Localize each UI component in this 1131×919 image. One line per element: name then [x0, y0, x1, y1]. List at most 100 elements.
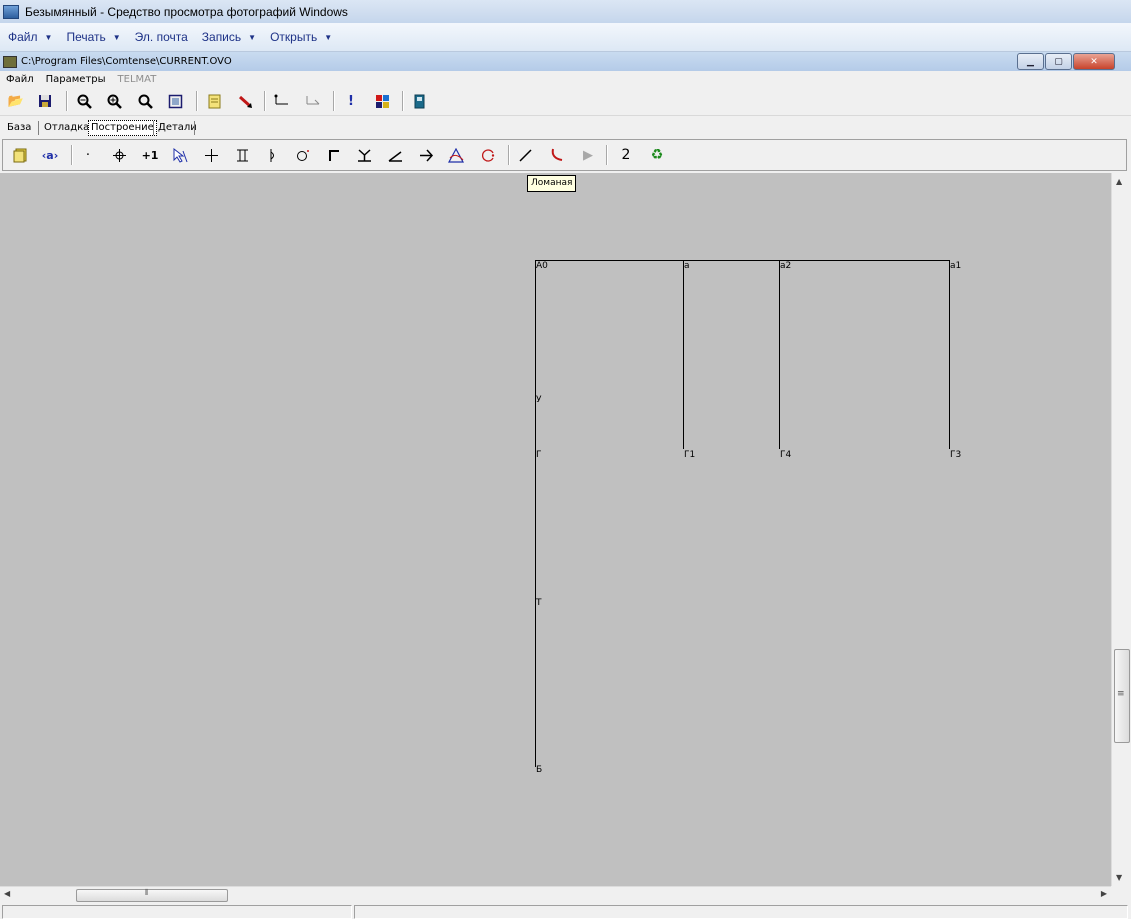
arrow-icon[interactable] [417, 146, 435, 164]
scroll-left-icon[interactable]: ◀ [4, 889, 10, 898]
drawing-line-top [535, 260, 950, 261]
toolbar-separator [66, 91, 68, 111]
viewer-menu-burn[interactable]: Запись ▼ [194, 30, 262, 44]
zoom-icon[interactable] [136, 92, 154, 110]
viewer-menu-print[interactable]: Печать ▼ [58, 30, 126, 44]
chevron-down-icon: ▼ [44, 32, 53, 42]
toolbar-separator [333, 91, 335, 111]
point-label-u: У [536, 395, 542, 405]
maximize-icon: ▢ [1054, 56, 1063, 67]
zoom-out-icon[interactable] [75, 92, 93, 110]
viewer-menu-file-label: Файл [8, 30, 38, 44]
app-menu-bar: Файл Параметры TELMAT [0, 71, 1131, 88]
number-button[interactable]: 2 [617, 146, 635, 164]
app-icon [3, 55, 17, 68]
status-pane-right [354, 905, 1128, 919]
cross-icon[interactable] [202, 146, 220, 164]
horizontal-scrollbar[interactable]: ◀ ⦀ ▶ [0, 886, 1111, 904]
point-label-g3: Г3 [950, 450, 962, 460]
viewer-menu-print-label: Печать [66, 30, 106, 44]
grip-icon: ≡ [1117, 689, 1125, 699]
photo-viewer-icon [3, 4, 19, 19]
scroll-up-icon[interactable]: ▲ [1116, 177, 1122, 186]
close-icon: ✕ [1090, 56, 1098, 67]
tooltip: Ломаная [527, 175, 577, 192]
zoom-in-icon[interactable] [105, 92, 123, 110]
book-icon[interactable] [410, 92, 428, 110]
measure2-icon[interactable] [304, 92, 322, 110]
point-label-g1: Г1 [684, 450, 696, 460]
viewer-menu-open[interactable]: Открыть ▼ [262, 30, 338, 44]
viewer-menu-email[interactable]: Эл. почта [127, 30, 194, 44]
line-icon[interactable] [516, 146, 534, 164]
drawing-line-a1-g3 [949, 260, 950, 449]
save-icon[interactable] [36, 92, 54, 110]
point-label-a: а [684, 261, 690, 271]
main-toolbar: 📂 ! [0, 88, 1131, 116]
angle-icon[interactable] [386, 146, 404, 164]
vertical-scrollbar[interactable]: ▲ ≡ ▼ [1111, 173, 1131, 886]
play-icon[interactable]: ▶ [579, 146, 597, 164]
viewer-menu-burn-label: Запись [201, 30, 242, 44]
point-label-a2: а2 [780, 261, 792, 271]
perpendicular-icon[interactable] [355, 146, 373, 164]
close-button[interactable]: ✕ [1073, 53, 1115, 70]
palette-icon[interactable] [373, 92, 391, 110]
app-title-bar: C:\Program Files\Comtense\CURRENT.OVO ▁ … [0, 52, 1131, 71]
app-menu-file[interactable]: Файл [0, 74, 40, 85]
tab-details[interactable]: Детали [156, 121, 199, 135]
status-bar [0, 903, 1131, 919]
viewer-menu-email-label: Эл. почта [134, 30, 188, 44]
scroll-right-icon[interactable]: ▶ [1101, 889, 1107, 898]
viewer-title-bar: Безымянный - Средство просмотра фотограф… [0, 0, 1131, 23]
point-icon[interactable]: · [79, 146, 97, 164]
measure-icon[interactable] [273, 92, 291, 110]
toolbar-separator [508, 145, 510, 165]
chevron-down-icon: ▼ [112, 32, 121, 42]
segment-icon[interactable] [233, 146, 251, 164]
point-label-b: Б [536, 765, 543, 775]
arc-icon[interactable] [263, 146, 281, 164]
eye-icon[interactable]: ‹a› [41, 146, 59, 164]
alert-icon[interactable]: ! [342, 92, 360, 110]
select-icon[interactable] [171, 146, 189, 164]
minimize-button[interactable]: ▁ [1017, 53, 1044, 70]
scroll-down-icon[interactable]: ▼ [1116, 873, 1122, 882]
app-menu-parameters[interactable]: Параметры [40, 74, 112, 85]
chevron-down-icon: ▼ [324, 32, 333, 42]
pointer-icon[interactable] [236, 92, 254, 110]
point-label-t: Т [536, 598, 542, 608]
tab-strip: База Отладка Построение Детали [0, 118, 1131, 138]
tab-construction[interactable]: Построение [88, 120, 157, 136]
toolbar-separator [264, 91, 266, 111]
tab-separator [194, 121, 195, 135]
viewer-menu-open-label: Открыть [270, 30, 318, 44]
viewer-title: Безымянный - Средство просмотра фотограф… [25, 4, 348, 19]
drawing-canvas[interactable]: А0 а а2 а1 У Г Г1 Г4 Г3 Т Б [0, 173, 1111, 886]
object-icon[interactable] [11, 146, 29, 164]
app-title: C:\Program Files\Comtense\CURRENT.OVO [21, 56, 232, 67]
polyline-icon[interactable] [547, 146, 565, 164]
move-icon[interactable] [110, 146, 128, 164]
app-menu-telmat[interactable]: TELMAT [112, 74, 163, 85]
construction-toolbar: ‹a› · +1 ▶ 2 ♻ [2, 139, 1127, 171]
maximize-button[interactable]: ▢ [1045, 53, 1072, 70]
tab-separator [38, 121, 39, 135]
grip-icon: ⦀ [145, 888, 149, 897]
notes-icon[interactable] [205, 92, 223, 110]
horizontal-scroll-thumb[interactable] [76, 889, 228, 902]
tab-separator [153, 121, 154, 135]
recycle-icon[interactable]: ♻ [648, 146, 666, 164]
tab-base[interactable]: База [5, 121, 33, 135]
point-label-a0: А0 [536, 261, 548, 271]
open-folder-icon[interactable]: 📂 [7, 92, 25, 110]
viewer-menu-file[interactable]: Файл ▼ [0, 30, 58, 44]
tab-debug[interactable]: Отладка [42, 121, 91, 135]
triangle-icon[interactable] [447, 146, 465, 164]
plus-one-icon[interactable]: +1 [141, 146, 159, 164]
corner-icon[interactable] [325, 146, 343, 164]
fit-window-icon[interactable] [166, 92, 184, 110]
circle-icon[interactable] [294, 146, 312, 164]
minimize-icon: ▁ [1027, 56, 1034, 67]
rotate-icon[interactable] [479, 146, 497, 164]
